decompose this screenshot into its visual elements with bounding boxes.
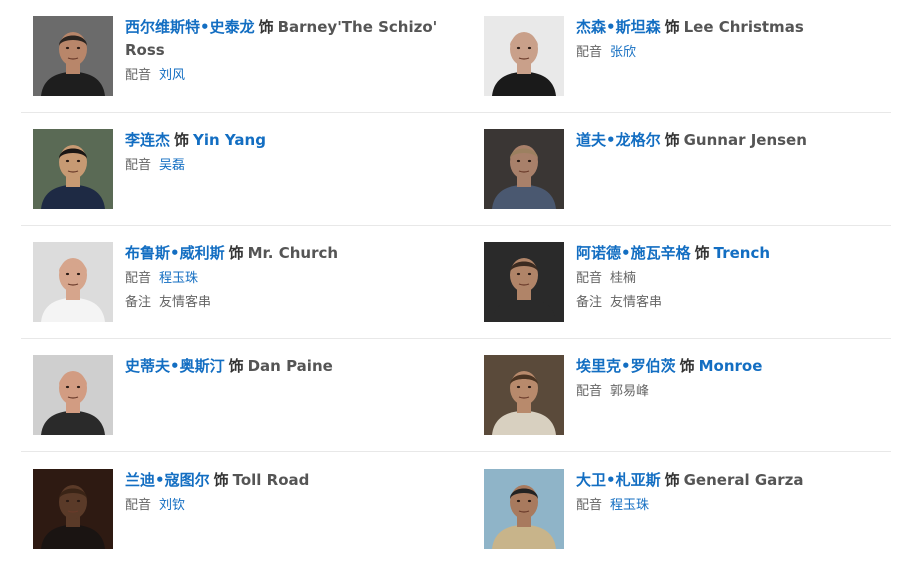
cast-title: 李连杰饰 Yin Yang <box>125 129 445 152</box>
actor-name-link[interactable]: 埃里克•罗伯茨 <box>576 357 676 375</box>
cast-item: 西尔维斯特•史泰龙饰 Barney'The Schizo' Ross 配音 刘风 <box>33 16 453 116</box>
cast-item: 兰迪•寇图尔饰 Toll Road 配音 刘钦 <box>33 469 453 569</box>
role-connector: 饰 <box>258 18 274 36</box>
character-name-link[interactable]: Monroe <box>699 357 763 375</box>
actor-photo[interactable] <box>33 242 113 322</box>
voice-actor-row: 配音 桂楠 <box>576 269 896 288</box>
role-connector: 饰 <box>694 244 710 262</box>
role-connector: 饰 <box>213 471 229 489</box>
cast-item: 道夫•龙格尔饰 Gunnar Jensen <box>484 129 903 229</box>
voice-actor-label: 配音 <box>576 498 603 513</box>
actor-photo[interactable] <box>484 469 564 549</box>
cast-title: 埃里克•罗伯茨饰 Monroe <box>576 355 896 378</box>
cast-item: 阿诺德•施瓦辛格饰 Trench 配音 桂楠 备注 友情客串 <box>484 242 903 342</box>
note-row: 备注 友情客串 <box>125 293 445 312</box>
cast-title: 西尔维斯特•史泰龙饰 Barney'The Schizo' Ross <box>125 16 445 62</box>
voice-actor-link[interactable]: 刘风 <box>159 68 185 83</box>
cast-item: 史蒂夫•奥斯汀饰 Dan Paine <box>33 355 453 455</box>
actor-photo[interactable] <box>33 129 113 209</box>
voice-actor-row: 配音 吴磊 <box>125 156 445 175</box>
cast-info: 道夫•龙格尔饰 Gunnar Jensen <box>576 129 896 152</box>
cast-title: 史蒂夫•奥斯汀饰 Dan Paine <box>125 355 445 378</box>
note-value: 友情客串 <box>610 295 663 310</box>
voice-actor-label: 配音 <box>125 271 152 286</box>
voice-actor-label: 配音 <box>125 68 152 83</box>
voice-actor-label: 配音 <box>576 45 603 60</box>
note-label: 备注 <box>125 295 152 310</box>
actor-name-link[interactable]: 杰森•斯坦森 <box>576 18 661 36</box>
voice-actor-row: 配音 程玉珠 <box>125 269 445 288</box>
character-name: Toll Road <box>232 471 310 489</box>
cast-info: 李连杰饰 Yin Yang 配音 吴磊 <box>125 129 445 175</box>
cast-item: 杰森•斯坦森饰 Lee Christmas 配音 张欣 <box>484 16 903 116</box>
actor-name-link[interactable]: 西尔维斯特•史泰龙 <box>125 18 255 36</box>
cast-item: 埃里克•罗伯茨饰 Monroe 配音 郭易峰 <box>484 355 903 455</box>
cast-title: 布鲁斯•威利斯饰 Mr. Church <box>125 242 445 265</box>
actor-name-link[interactable]: 布鲁斯•威利斯 <box>125 244 225 262</box>
voice-actor-link[interactable]: 吴磊 <box>159 158 185 173</box>
character-name-link[interactable]: Yin Yang <box>193 131 266 149</box>
role-connector: 饰 <box>679 357 695 375</box>
note-row: 备注 友情客串 <box>576 293 896 312</box>
voice-actor-link[interactable]: 程玉珠 <box>610 498 649 513</box>
role-connector: 饰 <box>664 471 680 489</box>
cast-info: 大卫•札亚斯饰 General Garza 配音 程玉珠 <box>576 469 896 515</box>
role-connector: 饰 <box>174 131 190 149</box>
character-name: Mr. Church <box>247 244 339 262</box>
voice-actor-link[interactable]: 张欣 <box>610 45 636 60</box>
cast-item: 布鲁斯•威利斯饰 Mr. Church 配音 程玉珠 备注 友情客串 <box>33 242 453 342</box>
cast-info: 杰森•斯坦森饰 Lee Christmas 配音 张欣 <box>576 16 896 62</box>
voice-actor-label: 配音 <box>576 384 603 399</box>
actor-photo[interactable] <box>484 242 564 322</box>
role-connector: 饰 <box>664 131 680 149</box>
cast-info: 史蒂夫•奥斯汀饰 Dan Paine <box>125 355 445 378</box>
note-label: 备注 <box>576 295 603 310</box>
character-name-link[interactable]: Trench <box>714 244 770 262</box>
actor-photo[interactable] <box>484 16 564 96</box>
actor-photo[interactable] <box>33 355 113 435</box>
cast-info: 布鲁斯•威利斯饰 Mr. Church 配音 程玉珠 备注 友情客串 <box>125 242 445 312</box>
role-connector: 饰 <box>228 244 244 262</box>
cast-info: 兰迪•寇图尔饰 Toll Road 配音 刘钦 <box>125 469 445 515</box>
actor-photo[interactable] <box>33 469 113 549</box>
actor-name-link[interactable]: 大卫•札亚斯 <box>576 471 661 489</box>
voice-actor-row: 配音 刘风 <box>125 66 445 85</box>
voice-actor-label: 配音 <box>576 271 603 286</box>
cast-title: 阿诺德•施瓦辛格饰 Trench <box>576 242 896 265</box>
voice-actor-row: 配音 郭易峰 <box>576 382 896 401</box>
actor-name-link[interactable]: 史蒂夫•奥斯汀 <box>125 357 225 375</box>
actor-photo[interactable] <box>484 355 564 435</box>
actor-name-link[interactable]: 李连杰 <box>125 131 170 149</box>
voice-actor-link[interactable]: 刘钦 <box>159 498 185 513</box>
cast-item: 大卫•札亚斯饰 General Garza 配音 程玉珠 <box>484 469 903 569</box>
cast-title: 杰森•斯坦森饰 Lee Christmas <box>576 16 896 39</box>
cast-item: 李连杰饰 Yin Yang 配音 吴磊 <box>33 129 453 229</box>
voice-actor-row: 配音 张欣 <box>576 43 896 62</box>
role-connector: 饰 <box>228 357 244 375</box>
cast-title: 大卫•札亚斯饰 General Garza <box>576 469 896 492</box>
note-value: 友情客串 <box>159 295 212 310</box>
voice-actor-link[interactable]: 程玉珠 <box>159 271 198 286</box>
cast-info: 西尔维斯特•史泰龙饰 Barney'The Schizo' Ross 配音 刘风 <box>125 16 445 85</box>
voice-actor-label: 配音 <box>125 498 152 513</box>
cast-info: 阿诺德•施瓦辛格饰 Trench 配音 桂楠 备注 友情客串 <box>576 242 896 312</box>
voice-actor-row: 配音 刘钦 <box>125 496 445 515</box>
voice-actor-name: 郭易峰 <box>610 384 650 399</box>
cast-title: 道夫•龙格尔饰 Gunnar Jensen <box>576 129 896 152</box>
actor-name-link[interactable]: 兰迪•寇图尔 <box>125 471 210 489</box>
actor-photo[interactable] <box>33 16 113 96</box>
character-name: Lee Christmas <box>683 18 804 36</box>
role-connector: 饰 <box>664 18 680 36</box>
character-name: Dan Paine <box>247 357 333 375</box>
actor-name-link[interactable]: 道夫•龙格尔 <box>576 131 661 149</box>
voice-actor-name: 桂楠 <box>610 271 637 286</box>
cast-info: 埃里克•罗伯茨饰 Monroe 配音 郭易峰 <box>576 355 896 401</box>
cast-title: 兰迪•寇图尔饰 Toll Road <box>125 469 445 492</box>
actor-photo[interactable] <box>484 129 564 209</box>
actor-name-link[interactable]: 阿诺德•施瓦辛格 <box>576 244 691 262</box>
character-name: General Garza <box>683 471 804 489</box>
voice-actor-label: 配音 <box>125 158 152 173</box>
voice-actor-row: 配音 程玉珠 <box>576 496 896 515</box>
character-name: Gunnar Jensen <box>683 131 807 149</box>
